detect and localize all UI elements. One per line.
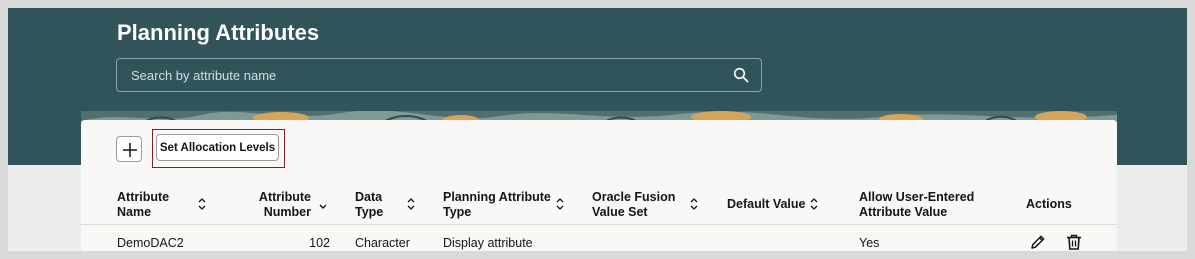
search-icon[interactable] bbox=[733, 67, 749, 83]
sort-descending-icon[interactable] bbox=[318, 202, 328, 214]
column-header-attribute-name[interactable]: Attribute Name bbox=[117, 190, 169, 220]
sort-icon[interactable] bbox=[689, 198, 699, 210]
header-divider bbox=[81, 224, 1117, 225]
column-header-actions: Actions bbox=[1026, 197, 1072, 211]
highlight-frame: Set Allocation Levels bbox=[152, 129, 285, 168]
cell-attribute-number: 102 bbox=[309, 236, 330, 250]
attributes-card: Set Allocation Levels Attribute Name Att… bbox=[81, 120, 1117, 251]
set-allocation-levels-button[interactable]: Set Allocation Levels bbox=[156, 134, 279, 161]
column-header-attribute-number[interactable]: Attribute Number bbox=[241, 190, 311, 220]
delete-icon[interactable] bbox=[1065, 233, 1083, 251]
page-title: Planning Attributes bbox=[117, 20, 320, 45]
cell-attribute-name: DemoDAC2 bbox=[117, 236, 184, 250]
plus-icon bbox=[123, 143, 137, 157]
search-box[interactable] bbox=[116, 58, 762, 92]
edit-icon[interactable] bbox=[1029, 233, 1047, 251]
sort-icon[interactable] bbox=[555, 198, 565, 210]
app-frame: Planning Attributes Set Allocation Level… bbox=[8, 8, 1187, 251]
search-input[interactable] bbox=[129, 59, 723, 91]
cell-planning-attribute-type: Display attribute bbox=[443, 236, 533, 250]
column-header-planning-attribute-type[interactable]: Planning Attribute Type bbox=[443, 190, 551, 220]
add-attribute-button[interactable] bbox=[116, 136, 142, 162]
column-header-oracle-fusion-value-set[interactable]: Oracle Fusion Value Set bbox=[592, 190, 675, 220]
sort-icon[interactable] bbox=[406, 198, 416, 210]
column-header-allow-user-entered: Allow User-Entered Attribute Value bbox=[859, 190, 975, 219]
cell-data-type: Character bbox=[355, 236, 410, 250]
sort-icon[interactable] bbox=[197, 198, 207, 210]
sort-icon[interactable] bbox=[809, 198, 819, 210]
cell-allow-user-entered: Yes bbox=[859, 236, 880, 250]
column-header-default-value[interactable]: Default Value bbox=[727, 197, 806, 212]
column-header-data-type[interactable]: Data Type bbox=[355, 190, 383, 220]
